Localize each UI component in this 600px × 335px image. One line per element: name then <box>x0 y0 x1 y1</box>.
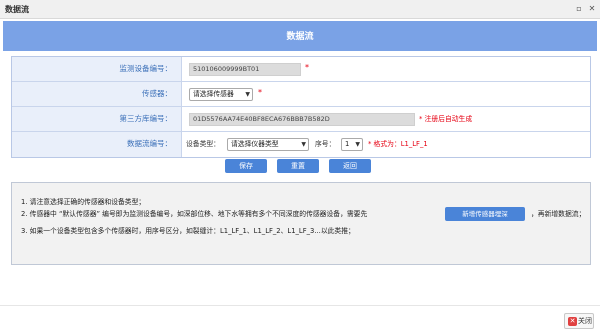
device-type-select-value: 请选择仪器类型 <box>231 140 279 148</box>
window-titlebar: 数据流 ▫ ✕ <box>0 0 600 19</box>
row-device-code: 监测设备编号： 510106009999BT01 * <box>12 57 590 82</box>
save-button[interactable]: 保存 <box>225 159 267 173</box>
device-type-select[interactable]: 请选择仪器类型 ▼ <box>227 138 309 151</box>
seq-select[interactable]: 1 ▼ <box>341 138 363 151</box>
sensor-select[interactable]: 请选择传感器 ▼ <box>189 88 253 101</box>
instruction-line-1: 1. 请注意选择正确的传感器和设备类型； <box>21 198 146 206</box>
required-mark: * <box>258 88 262 97</box>
third-party-code-label: 第三方库编号： <box>119 114 173 123</box>
instruction-line-2-tail: ，再新增数据流； <box>531 210 586 218</box>
row-sensor: 传感器： 请选择传感器 ▼ * <box>12 82 590 107</box>
auto-generated-note: * 注册后自动生成 <box>419 115 473 123</box>
row-stream-code: 数据流编号： 设备类型： 请选择仪器类型 ▼ 序号： 1 ▼ * 格式为：L1_… <box>12 132 590 157</box>
dialog-body: 监测设备编号： 510106009999BT01 * 传感器： 请选择传感器 ▼… <box>3 51 597 335</box>
dialog-title: 数据流 <box>286 32 314 42</box>
chevron-down-icon: ▼ <box>245 91 250 98</box>
device-code-label: 监测设备编号： <box>119 64 173 73</box>
close-icon: ✕ <box>568 317 577 326</box>
back-button[interactable]: 返回 <box>329 159 371 173</box>
device-code-field: 510106009999BT01 <box>189 63 301 76</box>
chevron-down-icon: ▼ <box>355 141 360 148</box>
window-title: 数据流 <box>5 5 29 14</box>
device-type-label: 设备类型： <box>186 140 220 148</box>
third-party-code-field: 01D5576AA74E40BF8ECA676BBB7B582D <box>189 113 415 126</box>
sensor-select-value: 请选择传感器 <box>193 90 234 98</box>
row-third-party-code: 第三方库编号： 01D5576AA74E40BF8ECA676BBB7B582D… <box>12 107 590 132</box>
format-note: * 格式为：L1_LF_1 <box>368 140 428 148</box>
dialog-footer: ✕ 关闭 <box>0 305 600 335</box>
instruction-line-2: 2. 传感器中 “默认传感器” 编号即为监测设备编号，如深部位移、地下水等拥有多… <box>21 210 368 218</box>
add-sensor-depth-button[interactable]: 新增传感器埋深 <box>445 207 525 221</box>
close-button[interactable]: ✕ 关闭 <box>564 313 594 329</box>
chevron-down-icon: ▼ <box>301 141 306 148</box>
seq-label: 序号： <box>315 140 336 148</box>
reset-button[interactable]: 重置 <box>277 159 319 173</box>
seq-select-value: 1 <box>345 140 350 148</box>
data-stream-form: 监测设备编号： 510106009999BT01 * 传感器： 请选择传感器 ▼… <box>11 56 591 158</box>
dialog-header: 数据流 <box>3 21 597 51</box>
stream-code-label: 数据流编号： <box>127 139 172 148</box>
restore-icon[interactable]: ▫ <box>574 3 584 14</box>
instructions-box: 1. 请注意选择正确的传感器和设备类型； 2. 传感器中 “默认传感器” 编号即… <box>11 182 591 265</box>
required-mark: * <box>305 63 309 72</box>
window-close-icon[interactable]: ✕ <box>587 3 597 14</box>
sensor-label: 传感器： <box>142 89 172 98</box>
instruction-line-3: 3. 如果一个设备类型包含多个传感器时，用序号区分，如裂缝计：L1_LF_1、L… <box>21 227 355 235</box>
close-button-label: 关闭 <box>578 317 592 325</box>
